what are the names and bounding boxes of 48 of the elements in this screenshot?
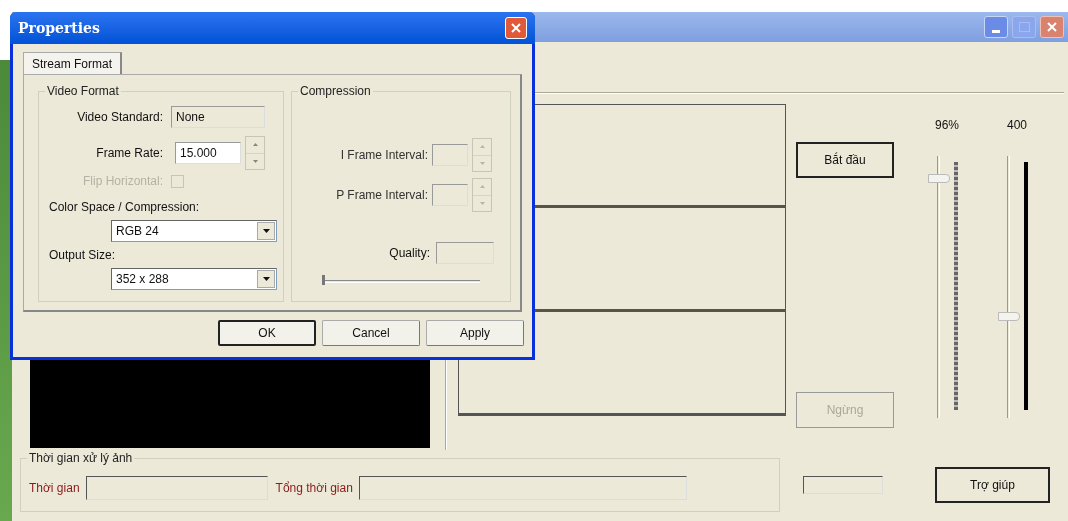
group-title: Thời gian xử lý ảnh xyxy=(27,450,135,466)
dropdown-arrow-icon xyxy=(262,277,270,281)
spinner[interactable] xyxy=(245,136,265,170)
frame-rate-field[interactable]: 15.000 xyxy=(175,142,241,164)
maximize-icon xyxy=(1018,22,1030,32)
video-standard-field: None xyxy=(171,106,265,128)
field-label: Color Space / Compression: xyxy=(48,199,201,216)
field-label: Tổng thời gian xyxy=(275,480,353,497)
close-icon xyxy=(510,22,522,34)
dropdown[interactable]: RGB 24 xyxy=(111,220,277,242)
slider-thumb[interactable] xyxy=(927,173,950,183)
spinner[interactable] xyxy=(472,138,492,172)
field-label: Video Standard: xyxy=(76,109,164,126)
tab[interactable]: Stream Format xyxy=(23,52,122,74)
dropdown-value: RGB 24 xyxy=(115,223,160,240)
field-label: Quality: xyxy=(389,245,430,262)
maximize-button[interactable] xyxy=(1012,16,1036,38)
slider-thumb[interactable] xyxy=(997,312,1020,322)
field-label: Output Size: xyxy=(48,247,117,264)
spinner[interactable] xyxy=(472,178,492,212)
dropdown[interactable]: 352 x 288 xyxy=(111,268,277,290)
quality-field xyxy=(436,242,494,264)
dialog-button[interactable]: Apply xyxy=(426,320,524,346)
dialog-button[interactable]: OK xyxy=(218,320,316,346)
field-label: Thời gian xyxy=(29,480,80,497)
spin-down-icon xyxy=(252,159,258,163)
spin-down-icon xyxy=(479,201,485,205)
slider-reading: 96% xyxy=(935,117,959,134)
slider-thumb[interactable] xyxy=(322,275,325,285)
dropdown-arrow-icon xyxy=(262,229,270,233)
action-button[interactable]: Bắt đầu xyxy=(796,142,894,178)
spin-up-icon xyxy=(479,145,485,149)
dropdown-value: 352 x 288 xyxy=(115,271,170,288)
help-button[interactable]: Trợ giúp xyxy=(935,467,1050,503)
minimize-icon xyxy=(992,30,1000,33)
spin-up-icon xyxy=(479,185,485,189)
slider-reading: 400 xyxy=(1007,117,1027,134)
field-label: I Frame Interval: xyxy=(339,147,428,164)
dialog-button[interactable]: Cancel xyxy=(322,320,420,346)
field-label: P Frame Interval: xyxy=(335,187,428,204)
group-title: Compression xyxy=(298,83,373,99)
dialog-title: Properties xyxy=(18,18,100,38)
close-button[interactable] xyxy=(1040,16,1064,38)
spin-down-icon xyxy=(479,161,485,165)
field-label: Frame Rate: xyxy=(95,145,164,162)
minimize-button[interactable] xyxy=(984,16,1008,38)
close-icon xyxy=(1046,21,1058,33)
spin-up-icon xyxy=(252,143,258,147)
